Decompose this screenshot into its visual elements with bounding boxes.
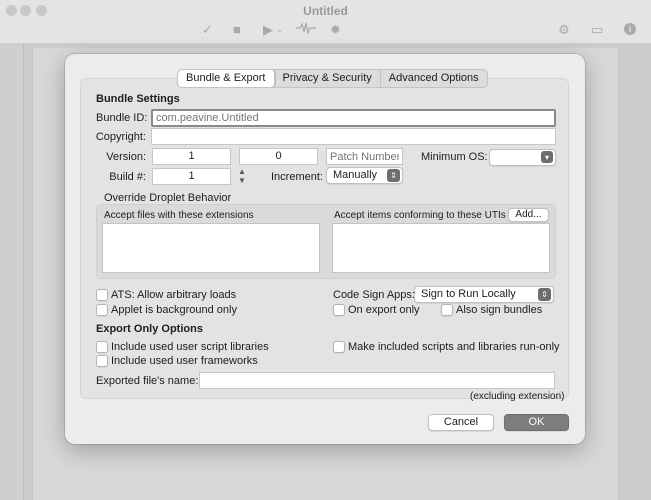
code-sign-value: Sign to Run Locally	[421, 288, 516, 300]
run-only-label: Make included scripts and libraries run-…	[348, 341, 560, 353]
tab-bar: Bundle & Export Privacy & Security Advan…	[177, 69, 488, 88]
on-export-only-label: On export only	[348, 304, 420, 316]
version-separator: .	[320, 150, 323, 161]
build-stepper[interactable]: ▲ ▼	[237, 168, 247, 185]
up-down-chevron-icon: ⇕	[387, 169, 400, 182]
extensions-list[interactable]	[102, 223, 320, 273]
on-export-only-checkbox[interactable]	[333, 304, 345, 316]
build-label: Build #:	[109, 171, 146, 183]
bundle-id-field[interactable]	[151, 109, 556, 127]
background-only-checkbox[interactable]	[96, 304, 108, 316]
info-icon[interactable]: i	[624, 23, 636, 35]
version-major-field[interactable]: 1	[152, 148, 231, 165]
stepper-down-icon[interactable]: ▼	[237, 177, 247, 185]
ats-label: ATS: Allow arbitrary loads	[111, 289, 237, 301]
chevron-down-icon: ▾	[541, 151, 553, 163]
exported-name-field[interactable]	[199, 372, 555, 389]
exported-name-hint: (excluding extension)	[470, 391, 565, 402]
increment-label: Increment:	[271, 171, 323, 183]
run-only-checkbox[interactable]	[333, 341, 345, 353]
increment-popup[interactable]: Manually ⇕	[326, 167, 403, 184]
extensions-label: Accept files with these extensions	[104, 210, 254, 221]
waveform-icon[interactable]	[296, 22, 316, 37]
bug-icon[interactable]: ✹	[330, 22, 341, 38]
version-minor-field[interactable]: 0	[239, 148, 318, 165]
ok-button[interactable]: OK	[504, 414, 569, 431]
play-icon[interactable]: ▶	[263, 22, 273, 38]
stepper-up-icon[interactable]: ▲	[237, 168, 247, 176]
cancel-button[interactable]: Cancel	[428, 414, 494, 431]
version-label: Version:	[106, 151, 146, 163]
minimum-os-label: Minimum OS:	[421, 151, 488, 163]
dropdown-chevron-icon[interactable]: ⌄	[276, 24, 284, 35]
include-libraries-checkbox[interactable]	[96, 341, 108, 353]
exported-name-label: Exported file's name:	[96, 375, 199, 387]
export-options-heading: Export Only Options	[96, 323, 203, 335]
add-uti-button[interactable]: Add...	[508, 208, 549, 222]
include-frameworks-checkbox[interactable]	[96, 355, 108, 367]
background-only-label: Applet is background only	[111, 304, 237, 316]
bundle-id-label: Bundle ID:	[96, 112, 148, 124]
droplet-heading: Override Droplet Behavior	[104, 192, 232, 204]
also-sign-bundles-checkbox[interactable]	[441, 304, 453, 316]
increment-value: Manually	[333, 169, 378, 181]
minimum-os-popup[interactable]: ▾	[489, 149, 556, 166]
ats-checkbox[interactable]	[96, 289, 108, 301]
also-sign-bundles-label: Also sign bundles	[456, 304, 543, 316]
build-field[interactable]: 1	[152, 168, 231, 185]
code-sign-popup[interactable]: Sign to Run Locally ⇕	[414, 286, 554, 303]
window-title: Untitled	[303, 4, 348, 18]
tab-privacy-security[interactable]: Privacy & Security	[275, 70, 381, 87]
include-frameworks-label: Include used user frameworks	[111, 355, 258, 367]
copyright-field[interactable]	[151, 128, 556, 145]
tab-advanced-options[interactable]: Advanced Options	[381, 70, 487, 87]
briefcase-icon[interactable]: ▭	[591, 22, 603, 38]
copyright-label: Copyright:	[95, 131, 146, 143]
up-down-chevron-icon: ⇕	[538, 288, 551, 301]
bundle-settings-heading: Bundle Settings	[96, 93, 180, 105]
include-libraries-label: Include used user script libraries	[111, 341, 269, 353]
utis-list[interactable]	[332, 223, 550, 273]
version-separator: .	[233, 150, 236, 161]
code-sign-label: Code Sign Apps:	[333, 289, 415, 301]
editor-gutter	[0, 44, 24, 500]
checkmark-icon[interactable]: ✓	[202, 22, 213, 38]
tab-bundle-export[interactable]: Bundle & Export	[178, 70, 275, 87]
stop-icon[interactable]: ■	[233, 22, 241, 37]
gears-icon[interactable]: ⚙	[558, 22, 570, 38]
version-patch-field[interactable]	[326, 148, 403, 165]
utis-label: Accept items conforming to these UTIs	[334, 210, 506, 221]
